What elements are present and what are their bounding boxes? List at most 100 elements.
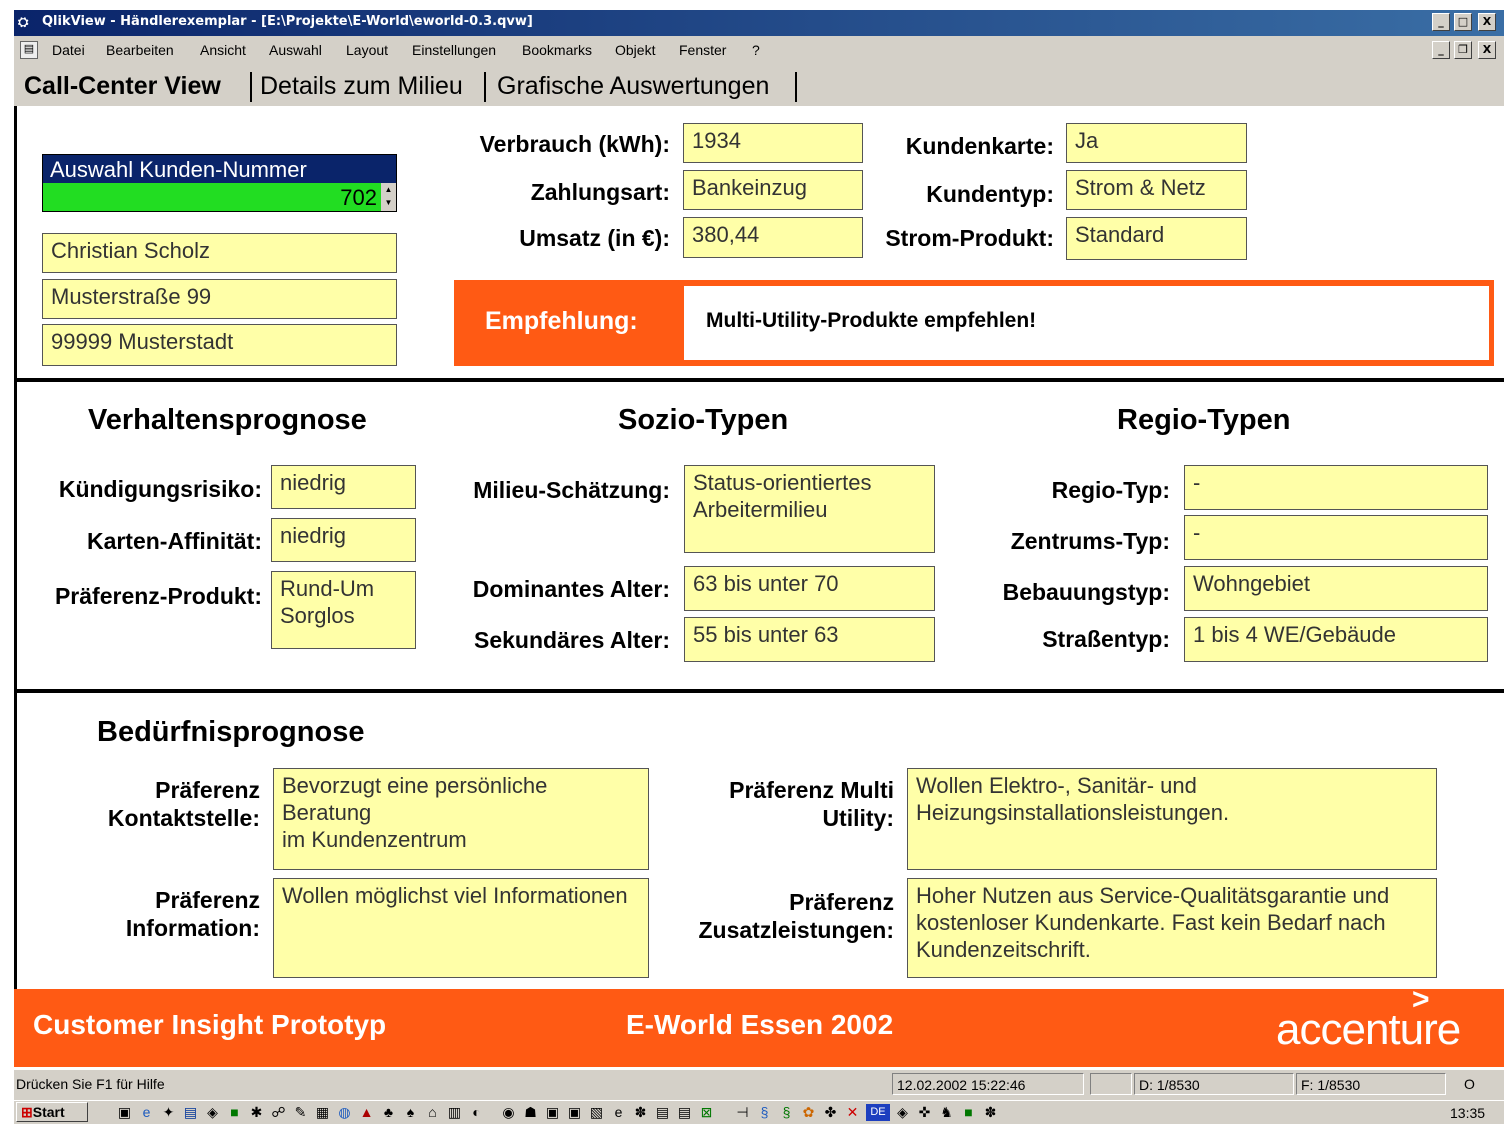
bebauungstyp-label: Bebauungstyp:: [1002, 579, 1170, 605]
praeferenz-multi-utility-label: Präferenz Multi Utility:: [729, 777, 894, 831]
milieu-schaetzung-value: Status-orientiertes Arbeitermilieu: [684, 465, 935, 553]
praeferenz-information-label: Präferenz Information:: [125, 887, 260, 941]
strassentyp-value: 1 bis 4 WE/Gebäude: [1184, 617, 1488, 662]
taskbar-app-icon[interactable]: ⌂: [424, 1104, 441, 1121]
spinner-arrows-icon[interactable]: ▲ ▼: [381, 183, 396, 211]
menu-einstellungen[interactable]: Einstellungen: [412, 42, 496, 58]
taskbar-app-icon[interactable]: ◈: [204, 1104, 221, 1121]
tray-icon[interactable]: ✿: [800, 1104, 817, 1121]
customer-name: Christian Scholz: [42, 233, 397, 273]
karten-affinitaet-label: Karten-Affinität:: [86, 528, 262, 554]
taskbar-app-icon[interactable]: ▣: [566, 1104, 583, 1121]
window-title: QlikView - Händlerexemplar - [E:\Projekt…: [42, 14, 533, 29]
beduerfnisprognose-heading: Bedürfnisprognose: [97, 716, 365, 748]
windows-logo-icon: ⊞: [21, 1104, 33, 1120]
customer-number-selector[interactable]: Auswahl Kunden-Nummer 702 ▲ ▼: [42, 154, 397, 212]
taskbar-app-icon[interactable]: ◍: [336, 1104, 353, 1121]
praeferenz-multi-utility-value: Wollen Elektro-, Sanitär- und Heizungsins…: [907, 768, 1437, 870]
kundenkarte-value: Ja: [1066, 123, 1247, 163]
tray-icon[interactable]: ⊣: [734, 1104, 751, 1121]
tray-icon[interactable]: §: [778, 1104, 795, 1121]
doc-close-button[interactable]: X: [1478, 41, 1496, 59]
status-datetime: 12.02.2002 15:22:46: [892, 1073, 1084, 1095]
tab-details-zum-milieu[interactable]: Details zum Milieu: [260, 72, 463, 104]
menu-auswahl[interactable]: Auswahl: [269, 42, 322, 58]
document-icon[interactable]: ▤: [20, 41, 38, 59]
customer-number-value[interactable]: 702: [43, 183, 381, 211]
tray-icon[interactable]: ✕: [844, 1104, 861, 1121]
kuendigungsrisiko-label: Kündigungsrisiko:: [58, 476, 262, 502]
tray-icon[interactable]: ◈: [894, 1104, 911, 1121]
accenture-logo: accenture: [1276, 1005, 1461, 1054]
quicklaunch-desktop-icon[interactable]: ▣: [116, 1104, 133, 1121]
zentrums-typ-value: -: [1184, 515, 1488, 560]
taskbar-app-icon[interactable]: ☗: [522, 1104, 539, 1121]
praeferenz-kontaktstelle-label: Präferenz Kontaktstelle:: [107, 777, 260, 831]
taskbar-app-icon[interactable]: ■: [226, 1104, 243, 1121]
kuendigungsrisiko-value: niedrig: [271, 465, 416, 509]
section-divider: [14, 378, 1504, 382]
menu-bookmarks[interactable]: Bookmarks: [522, 42, 592, 58]
kundenkarte-label: Kundenkarte:: [905, 133, 1054, 159]
taskbar-app-icon[interactable]: ◐: [468, 1104, 485, 1121]
status-empty-field: [1090, 1073, 1132, 1095]
sekundaeres-alter-label: Sekundäres Alter:: [474, 627, 670, 653]
tab-call-center-view[interactable]: Call-Center View: [24, 72, 221, 104]
taskbar-app-icon[interactable]: ▤: [654, 1104, 671, 1121]
taskbar-app-icon[interactable]: ☍: [270, 1104, 287, 1121]
taskbar-app-icon[interactable]: ♠: [402, 1104, 419, 1121]
tab-separator: [795, 72, 797, 102]
doc-minimize-button[interactable]: _: [1432, 41, 1450, 59]
customer-city: 99999 Musterstadt: [42, 324, 397, 366]
taskbar-app-icon[interactable]: ⊠: [698, 1104, 715, 1121]
taskbar-app-icon[interactable]: ▦: [314, 1104, 331, 1121]
praeferenz-kontaktstelle-value: Bevorzugt eine persönliche Beratung im Kun…: [273, 768, 649, 870]
close-button[interactable]: X: [1478, 13, 1496, 31]
regio-typen-heading: Regio-Typen: [1117, 404, 1291, 436]
umsatz-label: Umsatz (in €):: [519, 225, 670, 251]
status-indicator: O: [1464, 1076, 1475, 1092]
tab-grafische-auswertungen[interactable]: Grafische Auswertungen: [497, 72, 769, 104]
menu-fenster[interactable]: Fenster: [679, 42, 726, 58]
tray-icon[interactable]: ✽: [982, 1104, 999, 1121]
taskbar-app-icon[interactable]: ✱: [248, 1104, 265, 1121]
doc-restore-button[interactable]: ❐: [1454, 41, 1472, 59]
taskbar-app-icon[interactable]: ◉: [500, 1104, 517, 1121]
maximize-button[interactable]: □: [1454, 13, 1472, 31]
taskbar-app-icon[interactable]: ▥: [446, 1104, 463, 1121]
tray-icon[interactable]: ✜: [916, 1104, 933, 1121]
recommendation-label: Empfehlung:: [485, 307, 638, 335]
footer-event-title: E-World Essen 2002: [626, 1009, 894, 1040]
language-indicator[interactable]: DE: [866, 1104, 890, 1121]
status-help-text: Drücken Sie F1 für Hilfe: [16, 1076, 165, 1092]
taskbar-app-icon[interactable]: ▣: [544, 1104, 561, 1121]
zentrums-typ-label: Zentrums-Typ:: [1010, 528, 1170, 554]
menu-datei[interactable]: Datei: [52, 42, 85, 58]
menu-help[interactable]: ?: [752, 42, 760, 58]
menu-bar: ▤ Datei Bearbeiten Ansicht Auswahl Layou…: [14, 36, 1504, 66]
recommendation-text: Multi-Utility-Produkte empfehlen!: [706, 309, 1037, 332]
strassentyp-label: Straßentyp:: [1042, 626, 1170, 652]
taskbar-app-icon[interactable]: e: [610, 1104, 627, 1121]
tray-icon[interactable]: ♞: [938, 1104, 955, 1121]
taskbar-app-icon[interactable]: ✎: [292, 1104, 309, 1121]
taskbar-app-icon[interactable]: ▲: [358, 1104, 375, 1121]
menu-bearbeiten[interactable]: Bearbeiten: [106, 42, 174, 58]
taskbar-app-icon[interactable]: ▤: [676, 1104, 693, 1121]
taskbar-app-icon[interactable]: ✦: [160, 1104, 177, 1121]
taskbar-app-icon[interactable]: ♣: [380, 1104, 397, 1121]
menu-ansicht[interactable]: Ansicht: [200, 42, 246, 58]
menu-layout[interactable]: Layout: [346, 42, 388, 58]
taskbar-app-icon[interactable]: ▤: [182, 1104, 199, 1121]
taskbar-app-icon[interactable]: ✽: [632, 1104, 649, 1121]
taskbar-app-icon[interactable]: ▧: [588, 1104, 605, 1121]
minimize-button[interactable]: _: [1432, 13, 1450, 31]
window-titlebar[interactable]: ⛭ QlikView - Händlerexemplar - [E:\Proje…: [14, 10, 1504, 36]
sozio-typen-heading: Sozio-Typen: [618, 404, 789, 436]
tray-icon[interactable]: ■: [960, 1104, 977, 1121]
tray-icon[interactable]: §: [756, 1104, 773, 1121]
tray-icon[interactable]: ✤: [822, 1104, 839, 1121]
start-button[interactable]: ⊞Start: [16, 1102, 88, 1122]
quicklaunch-ie-icon[interactable]: e: [138, 1104, 155, 1121]
menu-objekt[interactable]: Objekt: [615, 42, 655, 58]
